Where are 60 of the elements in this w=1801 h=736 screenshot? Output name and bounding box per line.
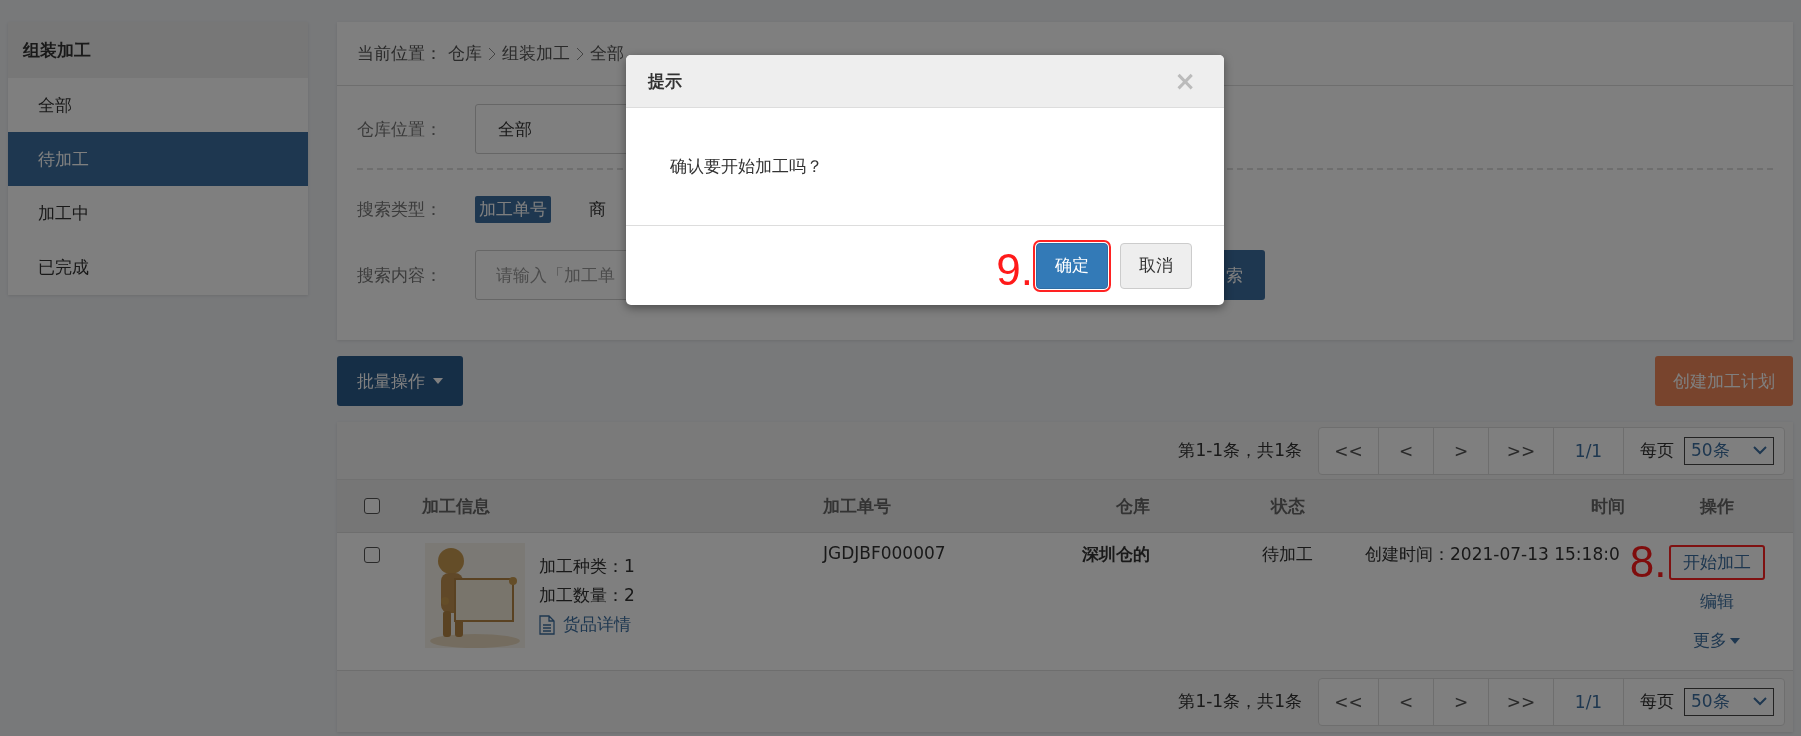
breadcrumb-label: 当前位置： — [357, 42, 442, 65]
chevron-down-icon — [1753, 446, 1767, 455]
page-button[interactable]: << — [1319, 678, 1379, 725]
chevron-right-icon — [488, 46, 496, 61]
column-header: 状态 — [1269, 494, 1306, 518]
table-cell-text: 待加工 — [1261, 543, 1314, 566]
sidebar-item[interactable]: 待加工 — [8, 132, 308, 186]
per-page-select[interactable]: 50条 — [1684, 436, 1774, 465]
filter-label: 搜索内容： — [357, 263, 443, 287]
sidebar-item[interactable]: 全部 — [8, 78, 308, 132]
dialog-message: 确认要开始加工吗？ — [670, 155, 823, 178]
breadcrumb-item[interactable]: 仓库 — [448, 42, 482, 65]
create-plan-button[interactable]: 创建加工计划 — [1655, 356, 1793, 406]
column-header: 操作 — [1698, 494, 1735, 518]
column-header: 时间 — [1590, 494, 1626, 518]
column-header: 加工信息 — [421, 494, 491, 518]
process-kinds: 加工种类：1 — [539, 555, 635, 578]
page-button[interactable]: < — [1379, 678, 1434, 725]
checkbox[interactable] — [364, 498, 380, 514]
breadcrumb-item[interactable]: 组装加工 — [502, 42, 570, 65]
column-header: 加工单号 — [822, 494, 892, 518]
search-type-option[interactable]: 加工单号 — [475, 195, 551, 223]
pagination-summary: 第1-1条，共1条 — [1178, 439, 1302, 462]
page-button[interactable]: << — [1319, 427, 1379, 474]
search-type-option[interactable]: 商 — [585, 195, 610, 223]
pagination-summary: 第1-1条，共1条 — [1178, 690, 1302, 713]
page-button[interactable]: >> — [1489, 427, 1554, 474]
filter-label: 搜索类型： — [357, 197, 443, 221]
dialog-title: 提示 — [648, 69, 682, 93]
batch-actions-button[interactable]: 批量操作 — [337, 356, 463, 406]
per-page-label: 每页 — [1640, 690, 1674, 713]
step-annotation: 8. — [1629, 540, 1667, 584]
cancel-button[interactable]: 取消 — [1120, 242, 1192, 289]
caret-icon — [1730, 637, 1740, 644]
chevron-down-icon — [1753, 697, 1767, 706]
table-cell-text: 深圳仓的 — [1081, 543, 1151, 566]
column-header: 仓库 — [1115, 494, 1151, 518]
sidebar-item[interactable]: 已完成 — [8, 240, 308, 294]
step-annotation: 9. — [996, 247, 1033, 292]
action-link[interactable]: 更多 — [1679, 623, 1754, 658]
checkbox[interactable] — [364, 547, 380, 563]
breadcrumb-item[interactable]: 全部 — [590, 42, 624, 65]
page-indicator[interactable]: 1/1 — [1554, 678, 1624, 725]
chevron-right-icon — [576, 46, 584, 61]
per-page-select[interactable]: 50条 — [1684, 687, 1774, 716]
page-button[interactable]: < — [1379, 427, 1434, 474]
table-cell-text: JGDJBF000007 — [821, 543, 947, 565]
sidebar-item[interactable]: 加工中 — [8, 186, 308, 240]
document-icon — [539, 614, 555, 635]
caret-icon — [433, 378, 443, 384]
page-indicator[interactable]: 1/1 — [1554, 427, 1624, 474]
filter-label: 仓库位置： — [357, 117, 443, 141]
page-button[interactable]: > — [1434, 427, 1489, 474]
sidebar-title: 组装加工 — [8, 22, 308, 78]
per-page-label: 每页 — [1640, 439, 1674, 462]
page-button[interactable]: >> — [1489, 678, 1554, 725]
goods-detail-link[interactable]: 货品详情 — [539, 613, 635, 636]
action-link[interactable]: 编辑 — [1685, 584, 1748, 619]
process-quantity: 加工数量：2 — [539, 584, 635, 607]
page-button[interactable]: > — [1434, 678, 1489, 725]
